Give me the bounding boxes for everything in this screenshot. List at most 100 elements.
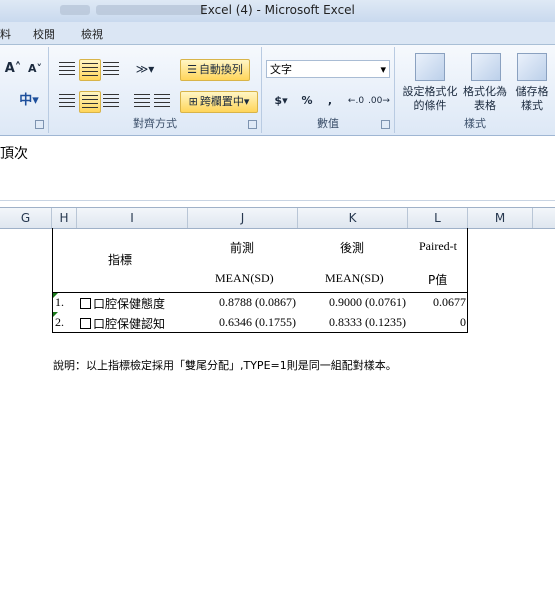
results-table: 指標 前測 後測 Paired-t MEAN(SD) MEAN(SD) P值 1… bbox=[52, 228, 468, 333]
row-indicator[interactable]: 口腔保健態度 bbox=[80, 295, 165, 312]
column-header-k[interactable]: K bbox=[298, 208, 408, 228]
align-top-button[interactable] bbox=[57, 59, 77, 79]
merge-center-label: 跨欄置中 bbox=[199, 95, 244, 108]
styles-group: 設定格式化 的條件 格式化為 表格 儲存格 樣式 樣式 bbox=[395, 47, 555, 133]
align-left-button[interactable] bbox=[57, 91, 77, 111]
row-post-value[interactable]: 0.9000 (0.0761) bbox=[313, 295, 406, 310]
number-format-select[interactable]: 文字 ▾ bbox=[266, 60, 390, 78]
number-format-value: 文字 bbox=[270, 63, 292, 76]
decrease-decimal-button[interactable]: .00→ bbox=[368, 91, 390, 111]
conditional-formatting-label: 設定格式化 bbox=[402, 85, 458, 98]
increase-indent-icon bbox=[154, 94, 170, 108]
align-middle-button[interactable] bbox=[79, 59, 101, 81]
row-number: 1. bbox=[55, 295, 64, 309]
merge-center-icon: ⊞ bbox=[188, 95, 198, 108]
shrink-font-icon: A bbox=[27, 62, 37, 75]
cell-styles-icon bbox=[517, 53, 547, 81]
checkbox-icon bbox=[80, 318, 91, 329]
format-as-table-icon bbox=[471, 53, 501, 81]
decrease-indent-icon bbox=[134, 94, 150, 108]
row-pre-value[interactable]: 0.6346 (0.1755) bbox=[203, 315, 296, 330]
row-indicator-name: 口腔保健認知 bbox=[93, 317, 166, 331]
wrap-text-label: 自動換列 bbox=[198, 63, 243, 76]
currency-icon: $ bbox=[274, 94, 283, 107]
shrink-font-button[interactable]: A ˅ bbox=[24, 59, 46, 79]
row-indicator[interactable]: 口腔保健認知 bbox=[80, 315, 165, 332]
format-as-table-label: 格式化為 bbox=[463, 85, 507, 98]
number-group-label: 數值 bbox=[317, 117, 339, 130]
format-as-table-label-2: 表格 bbox=[474, 99, 496, 112]
tab-view[interactable]: 檢視 bbox=[81, 26, 103, 42]
comma-icon: , bbox=[327, 94, 333, 107]
row-number: 2. bbox=[55, 315, 64, 329]
column-header-m[interactable]: M bbox=[468, 208, 533, 228]
header-divider bbox=[53, 292, 467, 293]
decrease-indent-button[interactable] bbox=[133, 91, 151, 111]
cell-styles-label-2: 樣式 bbox=[521, 99, 543, 112]
alignment-group: ≫▾ ☰ 自動換列 ⊞ 跨欄置中 ▾ 對齊方式 bbox=[49, 47, 262, 133]
checkbox-icon bbox=[80, 298, 91, 309]
align-center-icon bbox=[82, 95, 98, 109]
header-post-mean-sd: MEAN(SD) bbox=[325, 271, 384, 285]
align-center-button[interactable] bbox=[79, 91, 101, 113]
align-top-icon bbox=[59, 62, 75, 76]
align-middle-icon bbox=[82, 63, 98, 77]
formula-bar-content: 頂次 bbox=[0, 146, 28, 162]
header-pre-test: 前測 bbox=[230, 241, 255, 255]
orientation-button[interactable]: ≫▾ bbox=[133, 59, 157, 79]
decrease-decimal-icon: .00→ bbox=[368, 96, 390, 106]
merge-center-button[interactable]: ⊞ 跨欄置中 ▾ bbox=[180, 91, 258, 113]
cell-styles-label: 儲存格 bbox=[515, 85, 549, 98]
header-pre-mean-sd: MEAN(SD) bbox=[215, 271, 274, 285]
increase-decimal-button[interactable]: ←.0 bbox=[346, 91, 366, 111]
ribbon: A ˄ A ˅ 中 ▾ ≫▾ ☰ 自動換列 ⊞ 跨欄置中 ▾ 對齊方式 文字 ▾ $ ▾ % … bbox=[0, 45, 555, 136]
conditional-formatting-label-2: 的條件 bbox=[413, 99, 447, 112]
window-title: Excel (4) - Microsoft Excel bbox=[200, 3, 355, 17]
increase-indent-button[interactable] bbox=[153, 91, 171, 111]
font-dialog-launcher-icon[interactable] bbox=[35, 120, 44, 129]
wrap-text-icon: ☰ bbox=[187, 63, 197, 76]
align-left-icon bbox=[59, 94, 75, 108]
header-paired-t: Paired-t bbox=[419, 239, 457, 253]
explanation-note: 說明：以上指標檢定採用「雙尾分配」,TYPE=1則是同一組配對樣本。 bbox=[53, 359, 397, 372]
percent-icon: % bbox=[301, 94, 313, 107]
alignment-group-label: 對齊方式 bbox=[133, 117, 177, 130]
currency-button[interactable]: $ ▾ bbox=[270, 91, 292, 111]
row-post-value[interactable]: 0.8333 (0.1235) bbox=[313, 315, 406, 330]
grow-font-button[interactable]: A ˄ bbox=[2, 59, 24, 79]
number-dialog-launcher-icon[interactable] bbox=[381, 120, 390, 129]
styles-group-label: 樣式 bbox=[464, 117, 486, 130]
number-group: 文字 ▾ $ ▾ % , ←.0 .00→ 數值 bbox=[262, 47, 395, 133]
header-post-test: 後測 bbox=[340, 241, 365, 255]
title-bar: Excel (4) - Microsoft Excel bbox=[0, 0, 555, 23]
conditional-formatting-icon bbox=[415, 53, 445, 81]
align-bottom-button[interactable] bbox=[101, 59, 121, 79]
percent-button[interactable]: % bbox=[298, 91, 316, 111]
alignment-dialog-launcher-icon[interactable] bbox=[248, 120, 257, 129]
tab-review[interactable]: 校閱 bbox=[33, 26, 55, 42]
column-headers: G H I J K L M bbox=[0, 207, 555, 229]
comma-button[interactable]: , bbox=[322, 91, 338, 111]
increase-decimal-icon: ←.0 bbox=[347, 96, 365, 106]
column-header-g[interactable]: G bbox=[0, 208, 52, 228]
header-p-value: P值 bbox=[428, 273, 448, 287]
column-header-h[interactable]: H bbox=[52, 208, 77, 228]
formula-bar[interactable]: 頂次 bbox=[0, 136, 555, 201]
header-indicator: 指標 bbox=[108, 253, 133, 267]
row-p-value[interactable]: 0 bbox=[409, 315, 466, 330]
column-header-i[interactable]: I bbox=[77, 208, 188, 228]
font-group: A ˄ A ˅ 中 ▾ bbox=[0, 47, 49, 133]
row-indicator-name: 口腔保健態度 bbox=[93, 297, 166, 311]
chevron-down-icon: ▾ bbox=[243, 95, 250, 108]
phonetic-button[interactable]: 中 ▾ bbox=[14, 91, 44, 111]
column-header-l[interactable]: L bbox=[408, 208, 468, 228]
column-header-j[interactable]: J bbox=[188, 208, 298, 228]
chevron-down-icon: ▾ bbox=[380, 63, 386, 76]
row-p-value[interactable]: 0.0677 bbox=[409, 295, 466, 310]
align-right-button[interactable] bbox=[101, 91, 121, 111]
row-pre-value[interactable]: 0.8788 (0.0867) bbox=[203, 295, 296, 310]
wrap-text-button[interactable]: ☰ 自動換列 bbox=[180, 59, 250, 81]
grow-font-icon: A bbox=[4, 61, 15, 76]
tab-data[interactable]: 料 bbox=[0, 26, 11, 42]
ribbon-tabs: 料 校閱 檢視 bbox=[0, 22, 555, 45]
